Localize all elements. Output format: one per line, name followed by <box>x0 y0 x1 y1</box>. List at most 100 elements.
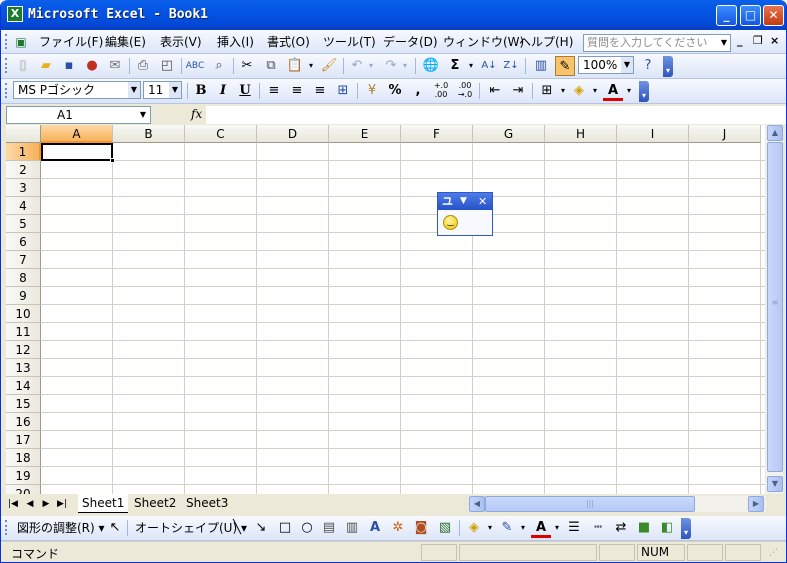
select-all-corner[interactable] <box>6 125 41 143</box>
align-center-icon[interactable]: ≡ <box>287 81 307 101</box>
menu-help[interactable]: ヘルプ(H) <box>517 33 575 51</box>
column-header[interactable]: A <box>41 125 113 143</box>
picture-icon[interactable]: ▧ <box>435 518 455 538</box>
chevron-down-icon[interactable]: ▼ <box>621 57 633 73</box>
row-header[interactable]: 1 <box>6 143 41 161</box>
row-header[interactable]: 17 <box>6 431 41 449</box>
spelling-icon[interactable]: ABC <box>185 56 205 76</box>
undo-dropdown-icon[interactable]: ▾ <box>361 56 381 76</box>
row-header[interactable]: 3 <box>6 179 41 197</box>
horizontal-scrollbar[interactable]: ◀ ||| ▶ <box>469 496 766 512</box>
row-header[interactable]: 4 <box>6 197 41 215</box>
title-bar[interactable]: X Microsoft Excel - Book1 _ □ ✕ <box>1 0 786 30</box>
close-icon[interactable]: ✕ <box>478 193 487 210</box>
name-box[interactable]: A1 ▼ <box>6 106 151 124</box>
save-icon[interactable]: ▪ <box>59 56 79 76</box>
column-header[interactable]: J <box>689 125 761 143</box>
menu-insert[interactable]: 挿入(I) <box>215 33 256 51</box>
chevron-down-icon[interactable]: ▼ <box>169 82 181 98</box>
vertical-scrollbar[interactable]: ▲ ≡ ▼ <box>765 125 783 494</box>
text-box-icon[interactable]: ▤ <box>319 518 339 538</box>
help-search-input[interactable]: 質問を入力してください ▼ <box>583 34 731 52</box>
column-header[interactable]: E <box>329 125 401 143</box>
line-style-icon[interactable]: ☰ <box>564 518 584 538</box>
chevron-down-icon[interactable]: ▼ <box>128 82 140 98</box>
underline-button[interactable]: U <box>235 81 255 101</box>
toolbar-options-icon[interactable]: ▾ <box>681 518 691 539</box>
permission-icon[interactable]: ● <box>82 56 102 76</box>
scroll-right-icon[interactable]: ▶ <box>748 496 764 512</box>
percent-button[interactable]: % <box>385 81 405 101</box>
font-color-dropdown-icon[interactable]: ▾ <box>619 81 639 101</box>
horizontal-scroll-thumb[interactable]: ||| <box>485 496 695 512</box>
bold-button[interactable]: B <box>191 81 211 101</box>
zoom-select[interactable]: 100% ▼ <box>578 56 634 74</box>
floating-toolbar-header[interactable]: ユ ▼ ✕ <box>438 193 492 210</box>
dash-style-icon[interactable]: ┅ <box>588 518 608 538</box>
open-folder-icon[interactable]: ▰ <box>36 56 56 76</box>
align-left-icon[interactable]: ≡ <box>264 81 284 101</box>
document-icon[interactable]: ▣ <box>11 32 31 52</box>
fill-handle[interactable] <box>110 158 115 163</box>
row-header[interactable]: 8 <box>6 269 41 287</box>
prev-sheet-icon[interactable]: ◀ <box>23 496 37 512</box>
toolbar-grip[interactable] <box>5 83 8 98</box>
sheet-tab-sheet1[interactable]: Sheet1 <box>78 494 129 513</box>
chevron-down-icon[interactable]: ▼ <box>718 35 730 51</box>
menu-tools[interactable]: ツール(T) <box>321 33 378 51</box>
row-header[interactable]: 13 <box>6 359 41 377</box>
row-header[interactable]: 9 <box>6 287 41 305</box>
menu-view[interactable]: 表示(V) <box>158 33 204 51</box>
new-document-icon[interactable]: ▯ <box>13 56 33 76</box>
row-header[interactable]: 14 <box>6 377 41 395</box>
toolbar-options-icon[interactable]: ▾ <box>639 81 649 102</box>
menu-edit[interactable]: 編集(E) <box>103 33 148 51</box>
increase-indent-icon[interactable]: ⇥ <box>508 81 528 101</box>
excel-icon[interactable]: X <box>7 6 23 22</box>
comma-button[interactable]: , <box>408 81 428 101</box>
row-header[interactable]: 18 <box>6 449 41 467</box>
clip-art-icon[interactable]: ◙ <box>411 518 431 538</box>
last-sheet-icon[interactable]: ▶| <box>55 496 69 512</box>
row-header[interactable]: 12 <box>6 341 41 359</box>
sheet-tab-sheet3[interactable]: Sheet3 <box>182 494 233 513</box>
toolbar-grip[interactable] <box>5 520 8 535</box>
sheet-tab-sheet2[interactable]: Sheet2 <box>130 494 181 513</box>
increase-decimal-button[interactable]: +.0 .00 <box>431 81 451 101</box>
column-header[interactable]: D <box>257 125 329 143</box>
print-preview-icon[interactable]: ◰ <box>157 56 177 76</box>
column-header[interactable]: I <box>617 125 689 143</box>
menu-format[interactable]: 書式(O) <box>265 33 312 51</box>
chevron-down-icon[interactable]: ▼ <box>460 193 467 210</box>
font-size-select[interactable]: 11 ▼ <box>143 81 182 99</box>
column-header[interactable]: C <box>185 125 257 143</box>
chart-wizard-icon[interactable]: ▥ <box>531 56 551 76</box>
redo-dropdown-icon[interactable]: ▾ <box>395 56 415 76</box>
drawing-toggle-icon[interactable]: ✎ <box>555 56 575 76</box>
menu-window[interactable]: ウィンドウ(W) <box>441 33 526 51</box>
row-header[interactable]: 20 <box>6 485 41 494</box>
insert-function-icon[interactable]: fx <box>191 107 202 121</box>
toolbar-grip[interactable] <box>5 34 8 49</box>
rectangle-icon[interactable]: □ <box>275 518 295 538</box>
cell-grid[interactable] <box>41 143 765 494</box>
arrow-icon[interactable]: ↘ <box>251 518 271 538</box>
font-name-select[interactable]: MS Pゴシック ▼ <box>13 81 141 99</box>
column-header[interactable]: H <box>545 125 617 143</box>
menu-data[interactable]: データ(D) <box>381 33 440 51</box>
smiley-icon[interactable]: ‿ <box>443 215 458 230</box>
sort-ascending-icon[interactable]: A↓ <box>479 56 499 76</box>
next-sheet-icon[interactable]: ▶ <box>39 496 53 512</box>
toolbar-grip[interactable] <box>5 58 8 73</box>
row-header[interactable]: 10 <box>6 305 41 323</box>
vertical-scroll-thumb[interactable]: ≡ <box>767 142 783 472</box>
cut-icon[interactable]: ✂ <box>237 56 257 76</box>
currency-icon[interactable]: ¥ <box>362 81 382 101</box>
italic-button[interactable]: I <box>213 81 233 101</box>
scroll-left-icon[interactable]: ◀ <box>469 496 485 512</box>
doc-close-button[interactable]: × <box>770 34 779 47</box>
row-header[interactable]: 5 <box>6 215 41 233</box>
column-header[interactable]: F <box>401 125 473 143</box>
active-cell[interactable] <box>41 143 113 161</box>
maximize-button[interactable]: □ <box>740 5 761 26</box>
